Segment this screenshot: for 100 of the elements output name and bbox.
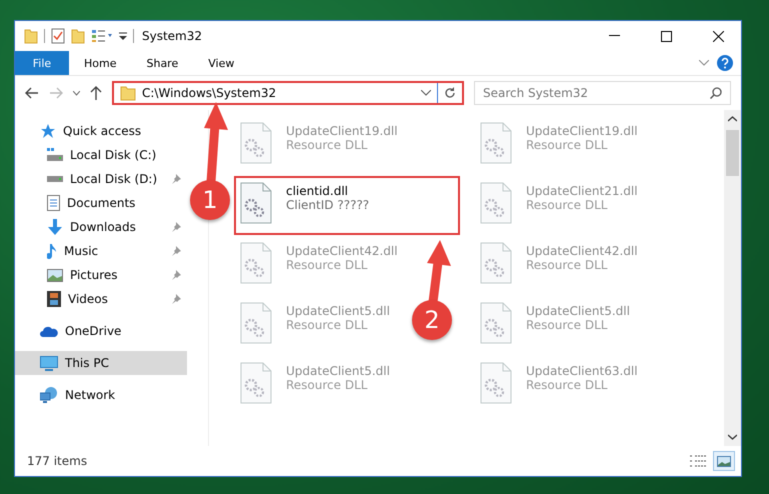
item-count: 177 items: [27, 454, 88, 468]
sidebar-label: Local Disk (C:): [70, 148, 156, 162]
sidebar-label: OneDrive: [65, 324, 122, 338]
sidebar-item[interactable]: Quick access: [15, 119, 187, 143]
arrow: [427, 240, 451, 303]
file-name: UpdateClient5.dll: [286, 364, 390, 378]
back-icon[interactable]: [25, 87, 39, 99]
drive-icon: [47, 148, 63, 162]
file-type: Resource DLL: [526, 258, 608, 272]
details-list-icon: [690, 455, 706, 467]
search-icon[interactable]: [710, 87, 722, 99]
sidebar-label: Downloads: [70, 220, 136, 234]
dropdown-icon[interactable]: [421, 90, 431, 96]
file-type: Resource DLL: [526, 198, 608, 212]
file-type: Resource DLL: [286, 318, 368, 332]
file-type: Resource DLL: [526, 138, 608, 152]
gear-file-icon: [240, 122, 272, 164]
window-title: System32: [142, 29, 202, 43]
film-icon: [47, 291, 61, 307]
monitor-icon: [40, 356, 58, 370]
landscape-picture-icon: [47, 268, 63, 282]
scroll-thumb[interactable]: [726, 130, 739, 176]
file-name: UpdateClient19.dll: [526, 124, 638, 138]
sidebar-item[interactable]: This PC: [15, 351, 187, 375]
file-type: Resource DLL: [526, 378, 608, 392]
gear-file-icon: [240, 242, 272, 284]
maximize-icon: [660, 30, 672, 42]
sidebar-item[interactable]: Pictures: [15, 263, 187, 287]
pin-icon[interactable]: [171, 174, 181, 184]
file-name: clientid.dll: [286, 184, 350, 198]
file-name: UpdateClient42.dll: [286, 244, 398, 258]
gear-file-icon: [480, 182, 512, 224]
pin-icon[interactable]: [171, 294, 181, 304]
sidebar-item[interactable]: Local Disk (C:): [15, 143, 187, 167]
help-icon[interactable]: [717, 55, 733, 71]
address-path: C:\Windows\System32: [142, 86, 278, 100]
sidebar-label: Pictures: [70, 268, 118, 282]
pin-icon[interactable]: [171, 270, 181, 280]
drive-icon: [47, 175, 63, 183]
file-tile[interactable]: clientid.dll ClientID ?????: [234, 176, 460, 235]
music-note-icon: [47, 243, 57, 259]
file-name: UpdateClient21.dll: [526, 184, 638, 198]
file-name: UpdateClient19.dll: [286, 124, 398, 138]
file-name: UpdateClient5.dll: [286, 304, 390, 318]
pin-icon[interactable]: [171, 222, 181, 232]
ribbon-tab[interactable]: View: [193, 51, 250, 75]
download-arrow-icon: [47, 219, 63, 235]
file-type: Resource DLL: [526, 318, 608, 332]
file-type: Resource DLL: [286, 378, 368, 392]
star-icon: [40, 123, 56, 139]
sidebar-label: Videos: [68, 292, 108, 306]
sidebar-item[interactable]: Music: [15, 239, 187, 263]
gear-file-icon: [240, 182, 272, 224]
file-type: Resource DLL: [286, 138, 368, 152]
minimize-icon: [608, 35, 620, 37]
gear-file-icon: [240, 362, 272, 404]
sidebar-item[interactable]: Documents: [15, 191, 187, 215]
sidebar-item[interactable]: OneDrive: [15, 319, 187, 343]
ribbon-tab[interactable]: Share: [131, 51, 194, 75]
pin-icon[interactable]: [171, 246, 181, 256]
sidebar-item[interactable]: Network: [15, 383, 187, 407]
gear-file-icon: [480, 242, 512, 284]
file-type: ClientID ?????: [286, 198, 370, 212]
file-name: UpdateClient5.dll: [526, 304, 630, 318]
sidebar-label: Documents: [67, 196, 136, 210]
sidebar-label: This PC: [65, 356, 109, 370]
scrollbar[interactable]: [724, 110, 741, 446]
sidebar-label: Music: [64, 244, 98, 258]
ribbon-tab[interactable]: File: [15, 51, 69, 75]
sidebar-item[interactable]: Local Disk (D:): [15, 167, 187, 191]
sidebar-item[interactable]: Downloads: [15, 215, 187, 239]
sidebar-label: Network: [65, 388, 116, 402]
gear-file-icon: [240, 302, 272, 344]
sidebar-item[interactable]: Videos: [15, 287, 187, 311]
scroll-down-icon[interactable]: [728, 434, 737, 440]
gear-file-icon: [480, 362, 512, 404]
file-name: UpdateClient42.dll: [526, 244, 638, 258]
view-list-icon[interactable]: [91, 29, 113, 43]
dropdown-icon[interactable]: [119, 31, 127, 41]
address-bar[interactable]: C:\Windows\System32: [112, 81, 464, 105]
large-icons-view-button[interactable]: [713, 451, 735, 471]
cloud-icon: [40, 326, 58, 336]
folder-icon: [120, 86, 136, 100]
landscape-thumbnail-icon: [717, 456, 731, 466]
sidebar-label: Local Disk (D:): [70, 172, 158, 186]
document-icon: [47, 195, 60, 211]
close-icon: [712, 30, 724, 42]
recent-dropdown-icon[interactable]: [73, 90, 80, 96]
scroll-up-icon[interactable]: [728, 116, 737, 122]
sidebar-label: Quick access: [63, 124, 142, 138]
up-icon[interactable]: [90, 86, 102, 100]
file-name: UpdateClient63.dll: [526, 364, 638, 378]
network-icon: [40, 387, 58, 403]
properties-icon[interactable]: [51, 28, 65, 44]
expand-ribbon-icon[interactable]: [699, 60, 709, 66]
gear-file-icon: [480, 122, 512, 164]
refresh-icon[interactable]: [444, 87, 456, 99]
gear-file-icon: [480, 302, 512, 344]
ribbon-tab[interactable]: Home: [69, 51, 132, 75]
search-field[interactable]: Search System32: [474, 81, 731, 105]
